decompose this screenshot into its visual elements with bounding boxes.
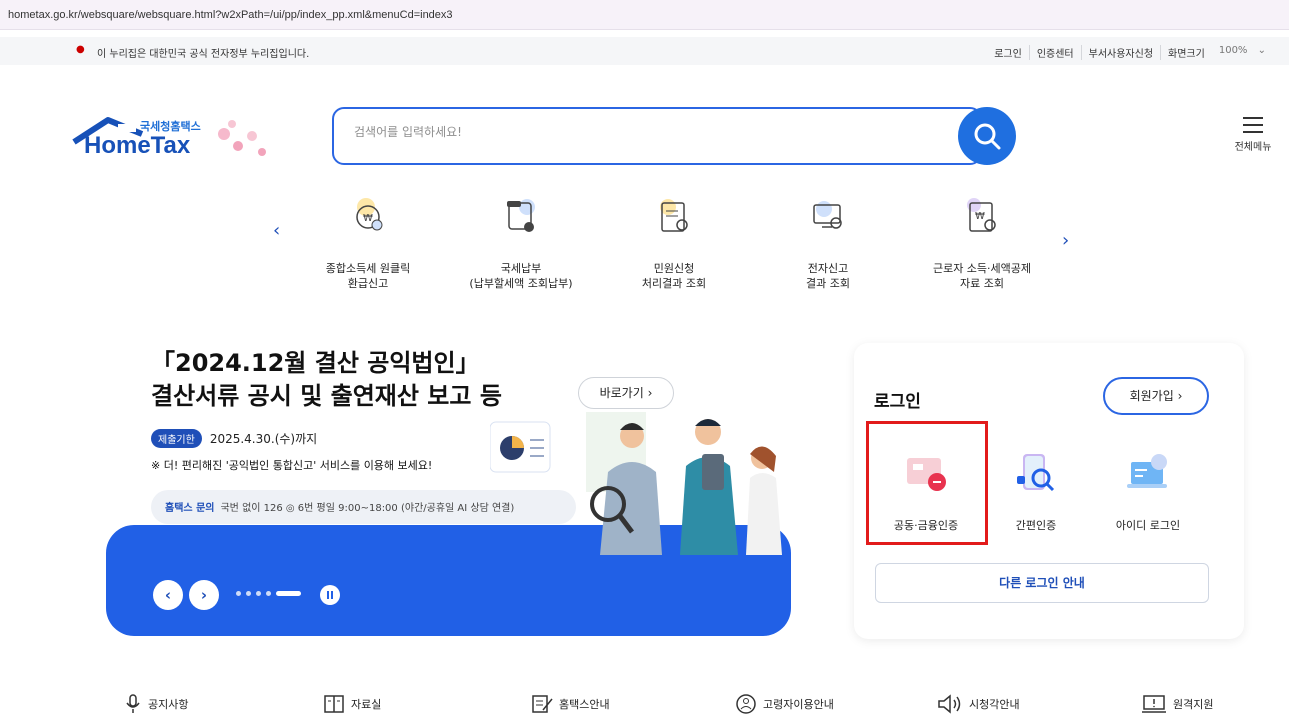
- bottom-nav-audiovisual[interactable]: 시청각안내: [937, 694, 1020, 714]
- search-box[interactable]: [332, 107, 982, 165]
- zoom-value[interactable]: 100% ⌄: [1212, 45, 1273, 60]
- quick-item-refund[interactable]: ₩ 종합소득세 원클릭 환급신고: [298, 195, 438, 291]
- bottom-nav-senior[interactable]: 고령자이용안내: [735, 694, 834, 714]
- hero-go-button[interactable]: 바로가기 ›: [578, 377, 674, 409]
- e-filing-icon: [813, 201, 842, 229]
- microphone-icon: [126, 694, 140, 713]
- highlight-box: [866, 421, 988, 545]
- cert-center-link[interactable]: 인증센터: [1028, 45, 1081, 60]
- slider-pagination[interactable]: [236, 591, 301, 596]
- simple-auth-icon: [1017, 454, 1055, 492]
- hero-note: ※ 더! 편리해진 '공익법인 통합신고' 서비스를 이용해 보세요!: [151, 459, 433, 472]
- archive-icon: [324, 695, 344, 713]
- quick-item-label-2: 처리결과 조회: [641, 277, 707, 290]
- hero-illustration: [490, 412, 782, 555]
- url-text: hometax.go.kr/websquare/websquare.html?w…: [8, 9, 453, 21]
- contact-text: 국번 없이 126 ◎ 6번 평일 9:00~18:00 (야간/공휴일 AI …: [220, 503, 515, 514]
- hero-title-line-1: 「2024.12월 결산 공익법인」: [151, 349, 480, 377]
- bottom-nav-notice[interactable]: 공지사항: [124, 694, 188, 714]
- quick-item-label-2: 자료 조회: [960, 277, 1004, 290]
- search-input[interactable]: [354, 125, 914, 139]
- gov-banner: ● 이 누리집은 대한민국 공식 전자정부 누리집입니다. 로그인 인증센터 부…: [0, 37, 1289, 65]
- slider-next-button[interactable]: ›: [189, 580, 219, 610]
- bottom-nav-label: 공지사항: [148, 698, 189, 711]
- search-icon: [974, 123, 1001, 150]
- browser-url-bar[interactable]: hometax.go.kr/websquare/websquare.html?w…: [0, 0, 1289, 30]
- deadline-date: 2025.4.30.(수)까지: [209, 432, 318, 446]
- id-login[interactable]: 아이디 로그인: [1093, 448, 1203, 533]
- tax-payment-icon: [507, 199, 535, 232]
- slider-dot[interactable]: [256, 591, 261, 596]
- slider-dot[interactable]: [266, 591, 271, 596]
- bottom-nav-guide[interactable]: 홈택스안내: [531, 694, 610, 714]
- simple-auth-login[interactable]: 간편인증: [981, 448, 1091, 533]
- deadline-row: 제출기한 2025.4.30.(수)까지: [151, 429, 317, 448]
- cherry-blossom-icon: [218, 120, 266, 156]
- bottom-nav-label: 원격지원: [1173, 698, 1214, 711]
- quick-item-label-1: 민원신청: [653, 262, 695, 275]
- all-menu-button[interactable]: 전체메뉴: [1232, 117, 1274, 153]
- hamburger-icon: [1243, 117, 1263, 133]
- quick-item-civil-request[interactable]: 민원신청 처리결과 조회: [604, 195, 744, 291]
- quick-item-tax-payment[interactable]: 국세납부 (납부할세액 조회납부): [451, 195, 591, 291]
- bottom-nav-label: 홈택스안내: [559, 698, 610, 711]
- quick-item-label-2: 환급신고: [347, 277, 389, 290]
- civil-request-icon: [660, 199, 688, 232]
- join-button[interactable]: 회원가입 ›: [1103, 377, 1209, 415]
- screen-size-link[interactable]: 화면크기: [1160, 45, 1212, 60]
- document-edit-icon: [532, 695, 553, 713]
- quick-item-label-2: 결과 조회: [806, 277, 850, 290]
- refund-icon: ₩: [356, 198, 383, 231]
- deadline-badge: 제출기한: [151, 429, 202, 448]
- quick-item-label-1: 근로자 소득·세액공제: [932, 262, 1032, 275]
- other-login-guide-button[interactable]: 다른 로그인 안내: [875, 563, 1209, 603]
- quick-item-label-2: (납부할세액 조회납부): [469, 277, 573, 290]
- slider-dot[interactable]: [246, 591, 251, 596]
- remote-support-icon: [1142, 695, 1166, 713]
- login-option-label: 아이디 로그인: [1115, 519, 1181, 532]
- slider-dot-active[interactable]: [276, 591, 301, 596]
- senior-icon: [736, 694, 756, 714]
- bottom-nav: 공지사항 자료실 홈택스안내 고령자이용안내 시청각안내 원격지원: [0, 690, 1289, 721]
- slider-pause-button[interactable]: [320, 585, 340, 605]
- dept-user-link[interactable]: 부서사용자신청: [1080, 45, 1160, 60]
- top-login-link[interactable]: 로그인: [987, 45, 1029, 60]
- hometax-logo[interactable]: 국세청홈택스 HomeTax: [72, 112, 282, 164]
- hero-title-line-2: 결산서류 공시 및 출연재산 보고 등: [151, 382, 502, 410]
- quick-item-label-1: 국세납부: [500, 262, 542, 275]
- laptop-icon: [1127, 454, 1167, 488]
- svg-text:₩: ₩: [975, 211, 985, 222]
- search-button[interactable]: [958, 107, 1016, 165]
- gov-banner-text: 이 누리집은 대한민국 공식 전자정부 누리집입니다.: [97, 49, 310, 60]
- login-title: 로그인: [874, 392, 921, 412]
- svg-text:₩: ₩: [363, 213, 373, 224]
- quick-item-deduction[interactable]: ₩ 근로자 소득·세액공제 자료 조회: [912, 195, 1052, 291]
- bottom-nav-label: 시청각안내: [969, 698, 1020, 711]
- bottom-nav-archive[interactable]: 자료실: [323, 694, 381, 714]
- logo-title: HomeTax: [84, 132, 191, 159]
- quick-item-label-1: 전자신고: [807, 262, 849, 275]
- bottom-nav-label: 자료실: [351, 698, 382, 711]
- gov-links: 로그인 인증센터 부서사용자신청 화면크기 100% ⌄: [987, 45, 1273, 60]
- deduction-icon: ₩: [967, 198, 996, 232]
- slider-prev-button[interactable]: ‹: [153, 580, 183, 610]
- quick-item-label-1: 종합소득세 원클릭: [325, 262, 411, 275]
- slider-dot[interactable]: [236, 591, 241, 596]
- hero-title: 「2024.12월 결산 공익법인」 결산서류 공시 및 출연재산 보고 등: [151, 347, 502, 413]
- bottom-nav-label: 고령자이용안내: [763, 698, 834, 711]
- quick-menu-prev-button[interactable]: ‹: [273, 220, 280, 241]
- quick-menu-next-button[interactable]: ›: [1062, 230, 1069, 251]
- quick-item-e-filing[interactable]: 전자신고 결과 조회: [758, 195, 898, 291]
- korea-flag-icon: ●: [76, 44, 85, 55]
- all-menu-label: 전체메뉴: [1234, 142, 1272, 153]
- login-option-label: 간편인증: [1015, 519, 1057, 532]
- contact-label: 홈택스 문의: [165, 503, 215, 514]
- speaker-icon: [938, 694, 961, 714]
- bottom-nav-remote-support[interactable]: 원격지원: [1141, 694, 1213, 714]
